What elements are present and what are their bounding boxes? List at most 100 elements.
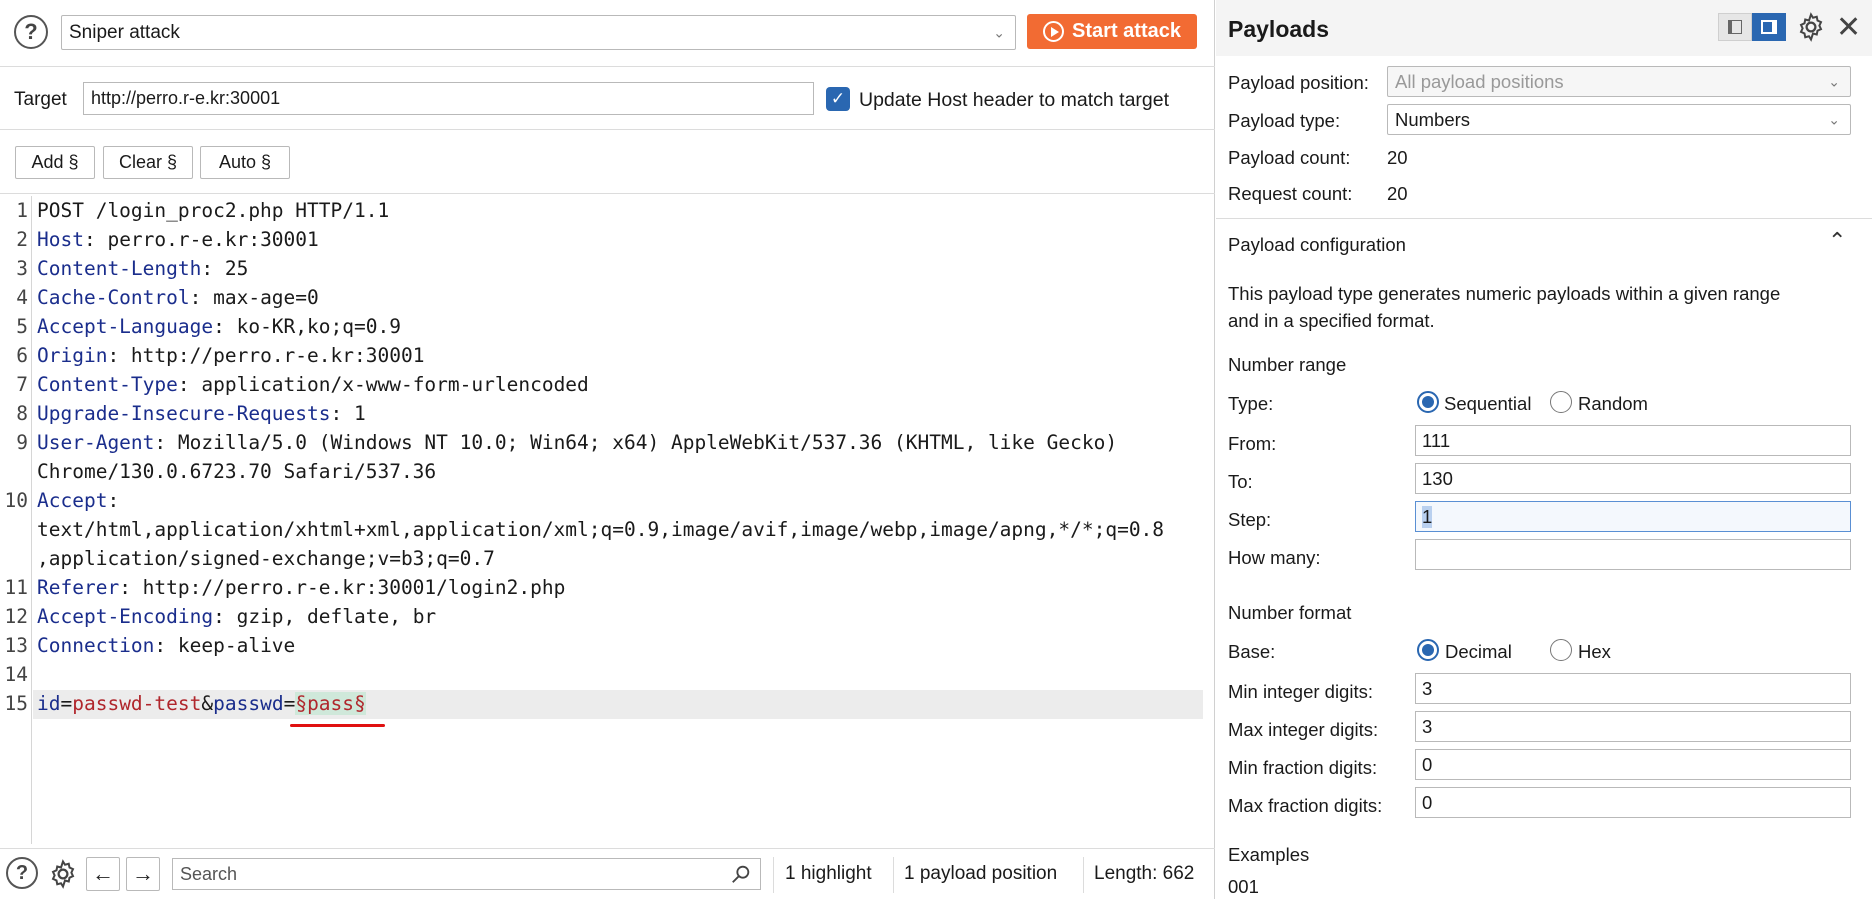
layout-right-icon[interactable] [1752,13,1786,41]
number-format-title: Number format [1228,602,1352,623]
line-number: 5 [16,315,28,338]
target-input[interactable]: http://perro.r-e.kr:30001 [83,82,814,115]
header-key: Accept [37,489,108,512]
from-input[interactable]: 111 [1415,425,1851,456]
payload-type-label: Payload type: [1228,110,1341,131]
auto-marker-button[interactable]: Auto § [200,146,290,179]
examples-title: Examples [1228,844,1310,865]
settings-icon[interactable] [46,857,80,891]
close-icon[interactable]: ✕ [1836,10,1861,45]
line-number: 10 [4,489,28,512]
help-icon[interactable]: ? [14,15,48,49]
line-number: 4 [16,286,28,309]
chevron-up-icon[interactable]: ⌃ [1828,228,1846,254]
payload-configuration-title[interactable]: Payload configuration [1228,234,1406,256]
layout-left-icon[interactable] [1718,13,1752,41]
payload-description-line: and in a specified format. [1228,310,1435,331]
header-value: : 25 [201,257,249,280]
payload-marker[interactable]: §pass§ [295,692,366,715]
to-label: To: [1228,471,1253,492]
request-line-text: POST /login_proc2.php HTTP/1.1 [37,199,390,222]
settings-icon[interactable] [1796,12,1826,48]
highlight-count: 1 highlight [785,863,872,884]
random-radio[interactable] [1550,391,1572,413]
example-value: 001 [1228,876,1259,897]
line-number-gutter: 1 2 3 4 5 6 7 8 9 10 11 12 13 14 15 [0,196,32,844]
to-value: 130 [1422,467,1453,489]
chevron-down-icon: ⌄ [993,24,1005,40]
max-integer-digits-input[interactable]: 3 [1415,711,1851,742]
clear-marker-button[interactable]: Clear § [103,146,193,179]
base-label: Base: [1228,641,1276,662]
divider [1216,218,1872,219]
request-length: Length: 662 [1094,863,1195,884]
search-input[interactable]: Search [172,858,761,890]
header-value: : Mozilla/5.0 (Windows NT 10.0; Win64; x… [154,431,1118,454]
min-fraction-digits-input[interactable]: 0 [1415,749,1851,780]
search-icon [730,863,752,890]
line-number: 3 [16,257,28,280]
header-value: : max-age=0 [189,286,319,309]
min-integer-digits-value: 3 [1422,677,1433,699]
header-key: Cache-Control [37,286,190,309]
payload-count-label: Payload count: [1228,147,1351,168]
update-host-checkbox[interactable]: ✓ [826,87,850,111]
step-input[interactable]: 1 [1415,501,1851,532]
random-label: Random [1578,393,1648,414]
request-count-label: Request count: [1228,183,1353,204]
payload-description-line: This payload type generates numeric payl… [1228,283,1781,304]
min-integer-digits-input[interactable]: 3 [1415,673,1851,704]
payload-type-select[interactable]: Numbers ⌄ [1387,104,1851,135]
search-placeholder: Search [180,863,238,884]
editor-bottom-bar: ? ← → Search 1 highlight 1 payload posit… [0,848,1215,899]
min-integer-digits-label: Min integer digits: [1228,681,1373,702]
number-range-title: Number range [1228,354,1347,375]
step-label: Step: [1228,509,1272,530]
divider [0,193,1215,194]
header-value: : ko-KR,ko;q=0.9 [213,315,401,338]
positions-pane: ? Sniper attack ⌄ Start attack Target ht… [0,0,1215,899]
line-number: 1 [16,199,28,222]
payload-position-select: All payload positions ⌄ [1387,66,1851,97]
arrow-right-icon[interactable]: → [126,857,160,891]
arrow-left-icon[interactable]: ← [86,857,120,891]
how-many-input[interactable] [1415,539,1851,570]
max-fraction-digits-label: Max fraction digits: [1228,795,1383,816]
line-number: 12 [4,605,28,628]
add-marker-label: Add § [31,152,79,172]
header-value: Chrome/130.0.6723.70 Safari/537.36 [37,460,437,483]
max-integer-digits-label: Max integer digits: [1228,719,1379,740]
max-fraction-digits-input[interactable]: 0 [1415,787,1851,818]
request-line: POST /login_proc2.php HTTP/1.1 [37,199,389,222]
start-attack-button[interactable]: Start attack [1027,14,1197,49]
divider [1083,857,1084,893]
request-count-value: 20 [1387,183,1408,204]
header-line-wrap: text/html,application/xhtml+xml,applicat… [37,518,1164,541]
play-icon [1043,21,1065,42]
decimal-radio[interactable] [1417,639,1439,661]
header-line: Origin: http://perro.r-e.kr:30001 [37,344,424,367]
hex-radio[interactable] [1550,639,1572,661]
line-number: 2 [16,228,28,251]
request-editor[interactable]: 1 2 3 4 5 6 7 8 9 10 11 12 13 14 15 POST… [0,196,1215,844]
checkmark-icon: ✓ [830,89,846,108]
attack-type-select[interactable]: Sniper attack ⌄ [61,15,1016,50]
help-icon[interactable]: ? [6,857,38,889]
max-integer-digits-value: 3 [1422,715,1433,737]
attack-type-value: Sniper attack [69,21,180,43]
param-value: passwd-test [72,692,202,715]
to-input[interactable]: 130 [1415,463,1851,494]
header-key: User-Agent [37,431,155,454]
header-line: Content-Length: 25 [37,257,248,280]
sequential-radio[interactable] [1417,391,1439,413]
line-number: 6 [16,344,28,367]
header-line: Cache-Control: max-age=0 [37,286,319,309]
header-value: : application/x-www-form-urlencoded [177,373,589,396]
header-value: : http://perro.r-e.kr:30001 [107,344,425,367]
add-marker-button[interactable]: Add § [15,146,95,179]
header-line: Accept-Language: ko-KR,ko;q=0.9 [37,315,401,338]
header-value: : perro.r-e.kr:30001 [83,228,319,251]
line-number: 13 [4,634,28,657]
header-key: Accept-Language [37,315,214,338]
target-label: Target [14,89,67,110]
